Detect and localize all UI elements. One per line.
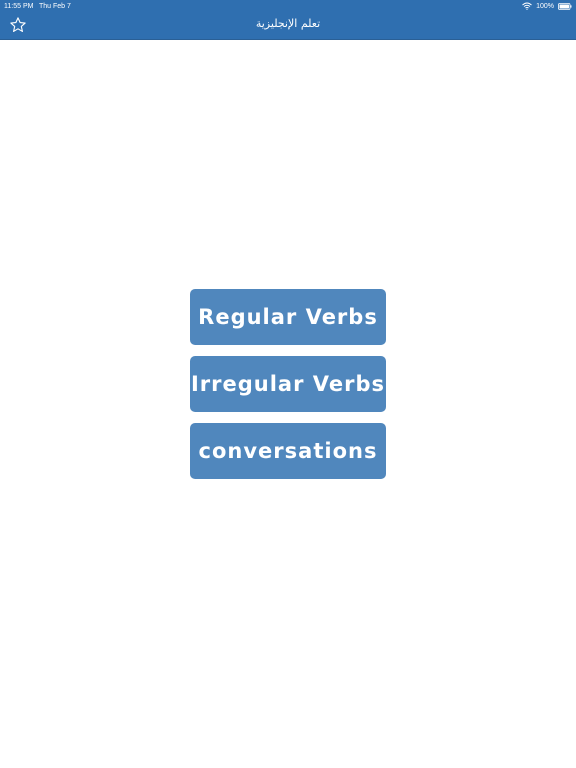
status-date: Thu Feb 7 [39, 3, 71, 10]
conversations-button[interactable]: conversations [190, 423, 386, 479]
regular-verbs-button[interactable]: Regular Verbs [190, 289, 386, 345]
battery-icon [558, 2, 572, 10]
wifi-icon [522, 2, 532, 10]
status-time: 11:55 PM [4, 3, 34, 10]
battery-percentage: 100% [536, 2, 554, 10]
navigation-bar: 11:55 PM Thu Feb 7 100% تعلم الإنجليزية [0, 0, 576, 40]
irregular-verbs-button[interactable]: Irregular Verbs [190, 356, 386, 412]
status-indicators: 100% [522, 1, 572, 11]
page-title: تعلم الإنجليزية [255, 17, 321, 30]
